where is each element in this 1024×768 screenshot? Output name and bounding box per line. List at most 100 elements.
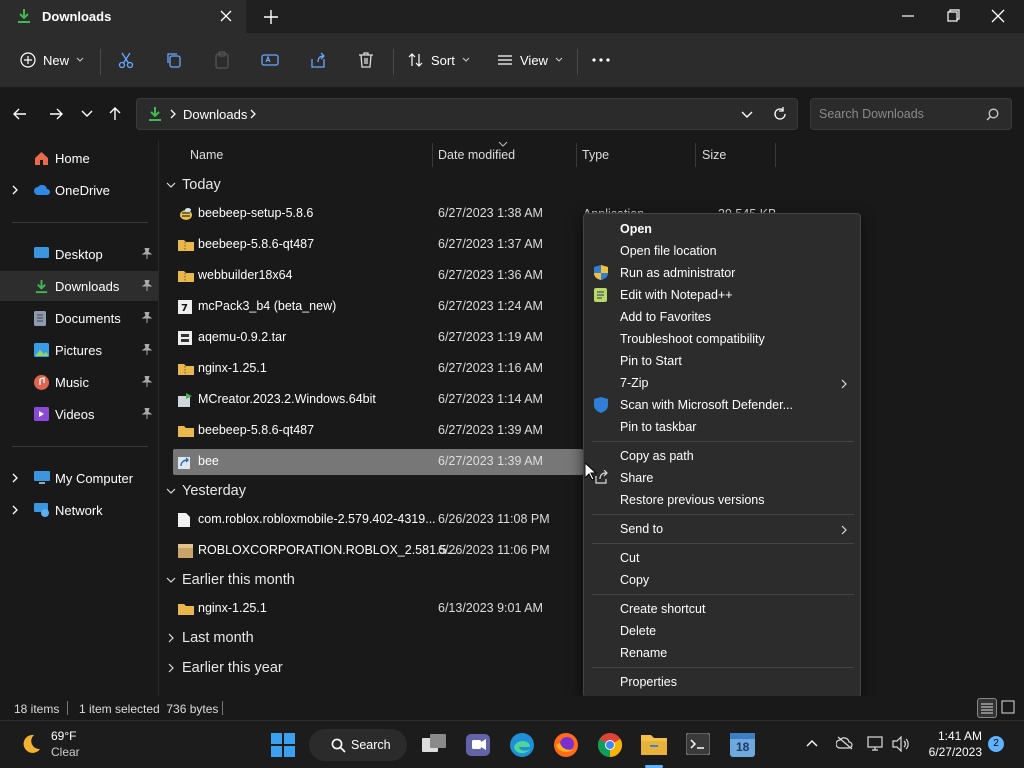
menu-item-properties[interactable]: Properties [620,675,677,689]
file-row[interactable]: beebeep-5.8.6-qt487 6/27/2023 1:37 AM [173,232,583,258]
new-button[interactable]: New [20,44,84,76]
close-tab-icon[interactable] [218,8,234,24]
menu-item-copy-as-path[interactable]: Copy as path [620,449,694,463]
address-dropdown-icon[interactable] [741,111,753,119]
tiles-view-button[interactable] [1001,700,1015,714]
column-header-size[interactable]: Size [702,148,726,162]
sidebar-item-music[interactable]: Music [0,367,158,397]
menu-item-open-file-location[interactable]: Open file location [620,244,717,258]
sidebar-item-videos[interactable]: Videos [0,399,158,429]
column-header-date[interactable]: Date modified [438,148,515,162]
file-row[interactable]: ROBLOXCORPORATION.ROBLOX_2.581.5... 6/26… [173,538,583,564]
pin-icon[interactable] [142,344,152,355]
menu-item-restore-previous-versions[interactable]: Restore previous versions [620,493,765,507]
clock-time[interactable]: 1:41 AM [934,729,982,743]
more-options-icon[interactable] [592,58,610,62]
show-hidden-icons-icon[interactable] [806,739,818,747]
chrome-icon[interactable] [598,733,622,757]
volume-icon[interactable] [892,736,910,752]
windows-start-icon[interactable] [271,733,295,757]
search-input[interactable]: Search Downloads [810,98,1012,130]
menu-item-scan-defender[interactable]: Scan with Microsoft Defender... [620,398,793,412]
maximize-icon[interactable] [945,8,961,24]
notification-badge[interactable]: 2 [988,736,1004,752]
pin-icon[interactable] [142,312,152,323]
menu-item-delete[interactable]: Delete [620,624,656,638]
sidebar-item-pictures[interactable]: Pictures [0,335,158,365]
search-icon[interactable] [986,108,999,121]
menu-item-cut[interactable]: Cut [620,551,639,565]
file-row[interactable]: nginx-1.25.1 6/27/2023 1:16 AM [173,356,583,382]
sort-button[interactable]: Sort [408,44,470,76]
file-row[interactable]: 7 mcPack3_b4 (beta_new) 6/27/2023 1:24 A… [173,294,583,320]
sidebar-item-home[interactable]: Home [0,143,158,173]
column-divider[interactable] [775,143,776,167]
sidebar-item-network[interactable]: Network [0,495,158,525]
pin-icon[interactable] [142,408,152,419]
weather-temp[interactable]: 69°F [51,729,76,743]
new-tab-icon[interactable] [262,8,280,26]
group-header-earlier-month[interactable]: Earlier this month [166,572,295,588]
file-row[interactable]: aqemu-0.9.2.tar 6/27/2023 1:19 AM [173,325,583,351]
network-status-icon[interactable] [867,736,885,752]
chevron-right-icon[interactable] [11,185,19,195]
file-row[interactable]: webbuilder18x64 6/27/2023 1:36 AM [173,263,583,289]
menu-item-add-to-favorites[interactable]: Add to Favorites [620,310,711,324]
chevron-right-icon[interactable] [11,505,19,515]
address-bar[interactable]: Downloads [136,98,798,130]
sidebar-item-desktop[interactable]: Desktop [0,239,158,269]
file-row-selected[interactable]: bee 6/27/2023 1:39 AM [173,449,583,475]
rename-icon[interactable] [261,51,279,69]
menu-item-open[interactable]: Open [620,222,652,236]
group-header-today[interactable]: Today [166,177,221,193]
back-arrow-icon[interactable] [12,106,28,122]
breadcrumb-downloads[interactable]: Downloads [183,107,247,122]
menu-item-send-to[interactable]: Send to [620,522,663,536]
pin-icon[interactable] [142,248,152,259]
menu-item-rename[interactable]: Rename [620,646,667,660]
clock-date[interactable]: 6/27/2023 [924,745,982,759]
menu-item-create-shortcut[interactable]: Create shortcut [620,602,705,616]
up-arrow-icon[interactable] [107,106,123,122]
chevron-right-icon[interactable] [249,109,257,119]
sidebar-item-documents[interactable]: Documents [0,303,158,333]
sidebar-item-onedrive[interactable]: OneDrive [0,175,158,205]
column-divider[interactable] [432,143,433,167]
menu-item-pin-to-taskbar[interactable]: Pin to taskbar [620,420,696,434]
menu-item-7zip[interactable]: 7-Zip [620,376,648,390]
file-row[interactable]: com.roblox.robloxmobile-2.579.402-4319..… [173,507,583,533]
pin-icon[interactable] [142,280,152,291]
chevron-right-icon[interactable] [11,473,19,483]
menu-item-copy[interactable]: Copy [620,573,649,587]
weather-condition[interactable]: Clear [51,745,80,759]
file-explorer-icon[interactable] [641,733,667,755]
forward-arrow-icon[interactable] [48,106,64,122]
column-header-type[interactable]: Type [582,148,609,162]
view-button[interactable]: View [497,44,563,76]
task-view-icon[interactable] [422,734,446,756]
group-header-yesterday[interactable]: Yesterday [166,483,246,499]
group-header-last-month[interactable]: Last month [166,630,254,646]
group-header-earlier-year[interactable]: Earlier this year [166,660,283,676]
close-window-icon[interactable] [990,8,1006,24]
column-header-name[interactable]: Name [190,148,223,162]
file-row[interactable]: beebeep-setup-5.8.6 6/27/2023 1:38 AM [173,201,583,227]
terminal-icon[interactable] [686,733,710,755]
firefox-icon[interactable] [554,733,578,757]
recent-locations-icon[interactable] [81,110,93,118]
menu-item-run-as-administrator[interactable]: Run as administrator [620,266,735,280]
copy-icon[interactable] [165,51,183,69]
details-view-button[interactable] [977,698,997,718]
chat-app-icon[interactable] [466,734,490,756]
onedrive-offline-icon[interactable] [836,736,854,750]
paste-icon[interactable] [213,51,231,69]
file-row[interactable]: MCreator.2023.2.Windows.64bit 6/27/2023 … [173,387,583,413]
share-icon[interactable] [309,51,327,69]
delete-icon[interactable] [357,51,375,69]
minimize-icon[interactable] [900,8,916,24]
menu-item-troubleshoot[interactable]: Troubleshoot compatibility [620,332,765,346]
edge-browser-icon[interactable] [510,733,534,757]
refresh-icon[interactable] [773,107,787,121]
sidebar-item-downloads[interactable]: Downloads [0,271,158,301]
pin-icon[interactable] [142,376,152,387]
